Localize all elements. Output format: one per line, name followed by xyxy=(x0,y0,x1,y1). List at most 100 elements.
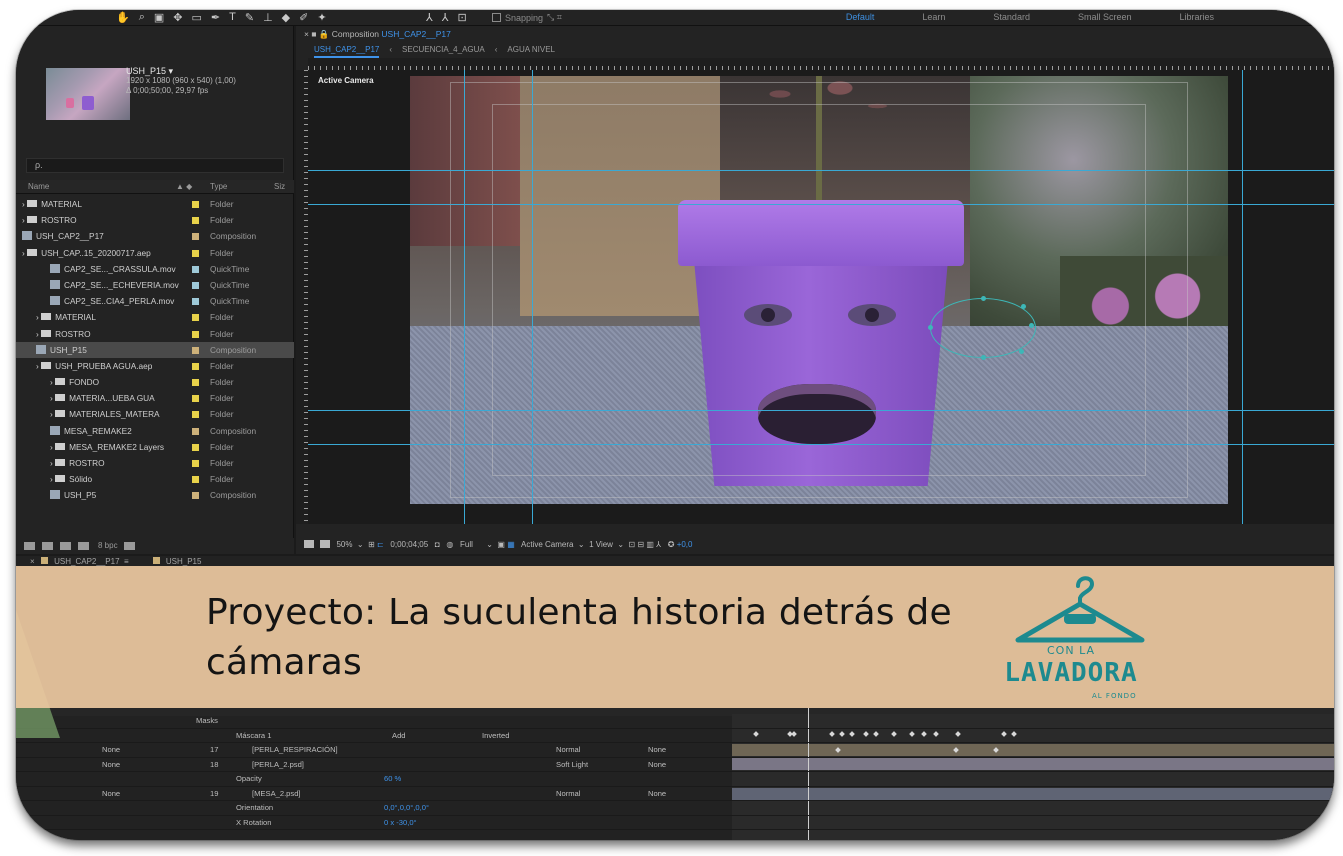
close-icon[interactable]: × ■ 🔒 xyxy=(304,29,332,39)
mask-mode-select[interactable]: Add xyxy=(392,729,406,743)
label-color-swatch[interactable] xyxy=(192,281,199,289)
timeline-row[interactable]: None 19 [MESA_2.psd] Normal None xyxy=(16,787,1334,801)
property-value[interactable]: 0,0°,0,0°,0,0° xyxy=(384,801,429,815)
project-item[interactable]: › MATERIAL Folder xyxy=(16,196,294,212)
interpret-footage-icon[interactable] xyxy=(24,542,35,550)
blend-mode-select[interactable]: Soft Light xyxy=(556,758,588,772)
project-item[interactable]: CAP2_SE..._CRASSULA.mov QuickTime xyxy=(16,261,294,277)
zoom-select[interactable]: 50% xyxy=(336,540,352,549)
label-color-swatch[interactable] xyxy=(192,362,199,370)
clone-stamp-tool-icon[interactable]: ⊥ xyxy=(263,11,273,24)
snapping-options-icon[interactable]: ⤡ ⌗ xyxy=(547,12,562,23)
rectangle-tool-icon[interactable]: ▭ xyxy=(192,11,202,24)
parent-select[interactable]: None xyxy=(102,743,120,757)
project-item[interactable]: › ROSTRO Folder xyxy=(16,326,294,342)
property-name[interactable]: Opacity xyxy=(236,772,262,786)
bit-depth-button[interactable]: 8 bpc xyxy=(98,541,118,550)
zoom-tool-icon[interactable]: ⌕ xyxy=(139,11,145,24)
property-name[interactable]: X Rotation xyxy=(236,816,271,830)
timeline-row[interactable]: None 17 [PERLA_RESPIRACIÓN] Normal None xyxy=(16,743,1334,758)
exposure-value[interactable]: +0,0 xyxy=(677,540,693,549)
layer-name[interactable]: [MESA_2.psd] xyxy=(252,787,301,801)
project-search-input[interactable]: ρ. xyxy=(26,158,284,173)
property-name[interactable]: Orientation xyxy=(236,801,273,815)
new-folder-icon[interactable] xyxy=(42,542,53,550)
label-color-swatch[interactable] xyxy=(192,233,199,241)
label-color-swatch[interactable] xyxy=(192,460,199,467)
label-color-swatch[interactable] xyxy=(192,330,199,338)
property-value[interactable]: 60 % xyxy=(384,772,401,786)
project-item[interactable]: CAP2_SE..CIA4_PERLA.mov QuickTime xyxy=(16,293,294,309)
timeline-row[interactable]: Orientation 0,0°,0,0°,0,0° xyxy=(16,801,1334,816)
world-axis-icon[interactable]: ⅄ xyxy=(442,11,449,24)
label-color-swatch[interactable] xyxy=(192,249,199,257)
label-color-swatch[interactable] xyxy=(192,201,199,208)
project-item[interactable]: USH_P15 Composition xyxy=(16,341,294,358)
guide-line[interactable] xyxy=(1242,70,1243,524)
blend-mode-select[interactable]: Normal xyxy=(556,743,580,757)
column-size[interactable]: Siz xyxy=(274,182,285,191)
label-color-swatch[interactable] xyxy=(192,298,199,306)
layer-number[interactable]: 19 xyxy=(210,787,218,801)
project-item-name[interactable]: USH_P15 ▾ xyxy=(126,66,236,76)
blend-mode-select[interactable]: Normal xyxy=(556,787,580,801)
pen-tool-icon[interactable]: ✒ xyxy=(211,11,220,24)
project-item[interactable]: › FONDO Folder xyxy=(16,374,294,390)
snapping-checkbox[interactable] xyxy=(492,13,501,22)
transparency-grid-icon[interactable]: ▦ xyxy=(507,540,515,549)
guide-line[interactable] xyxy=(532,70,533,524)
camera-tool-icon[interactable]: ▣ xyxy=(154,11,164,24)
project-settings-icon[interactable] xyxy=(78,542,89,550)
new-composition-icon[interactable] xyxy=(60,542,71,550)
workspace-standard[interactable]: Standard xyxy=(993,12,1030,22)
label-color-swatch[interactable] xyxy=(192,427,199,435)
roto-brush-tool-icon[interactable]: ✐ xyxy=(299,11,308,24)
hand-tool-icon[interactable]: ✋ xyxy=(116,11,130,24)
layer-name[interactable]: [PERLA_RESPIRACIÓN] xyxy=(252,743,338,757)
project-item[interactable]: MESA_REMAKE2 Composition xyxy=(16,423,294,439)
project-item[interactable]: USH_P5 Composition xyxy=(16,487,294,503)
snapshot-camera-icon[interactable]: ◘ xyxy=(435,540,440,549)
pan-behind-tool-icon[interactable]: ✥ xyxy=(173,11,182,24)
label-color-swatch[interactable] xyxy=(192,395,199,403)
property-value[interactable]: 0 x -30,0° xyxy=(384,816,417,830)
parent-select[interactable]: None xyxy=(102,787,120,801)
project-item[interactable]: › MATERIA...UEBA GUA Folder xyxy=(16,390,294,406)
layer-number[interactable]: 17 xyxy=(210,743,218,757)
current-time-display[interactable]: 0;00;04;05 xyxy=(390,540,428,549)
guide-line[interactable] xyxy=(308,170,1334,171)
composition-viewer[interactable]: Active Camera xyxy=(308,70,1334,524)
view-axis-icon[interactable]: ⊡ xyxy=(457,11,466,24)
project-item[interactable]: › MATERIAL Folder xyxy=(16,309,294,325)
camera-view-select[interactable]: Active Camera xyxy=(521,540,573,549)
sort-arrow-icon[interactable]: ▲ ◆ xyxy=(176,182,192,191)
grid-icon[interactable]: ⊞ xyxy=(368,540,375,549)
layer-name[interactable]: [PERLA_2.psd] xyxy=(252,758,304,772)
project-item[interactable]: CAP2_SE..._ECHEVERIA.mov QuickTime xyxy=(16,277,294,293)
label-color-swatch[interactable] xyxy=(192,476,199,484)
track-matte-select[interactable]: None xyxy=(648,787,666,801)
project-item[interactable]: › USH_PRUEBA AGUA.aep Folder xyxy=(16,358,294,374)
always-preview-icon[interactable] xyxy=(304,540,314,548)
timeline-tab-ush-p15[interactable]: USH_P15 xyxy=(166,557,202,566)
property-name[interactable]: Máscara 1 xyxy=(236,729,271,743)
label-color-swatch[interactable] xyxy=(192,346,199,354)
brush-tool-icon[interactable]: ✎ xyxy=(245,11,254,24)
label-color-swatch[interactable] xyxy=(192,217,199,225)
workspace-libraries[interactable]: Libraries xyxy=(1179,12,1214,22)
comp-tab-agua-nivel[interactable]: AGUA NIVEL xyxy=(507,42,555,58)
snapping-toggle[interactable]: Snapping ⤡ ⌗ xyxy=(492,12,562,23)
pixel-aspect-icon[interactable]: ⊡ ⊟ ▥ ⅄ xyxy=(629,540,662,549)
project-item[interactable]: › MATERIALES_MATERA Folder xyxy=(16,406,294,422)
label-color-swatch[interactable] xyxy=(192,492,199,500)
project-item[interactable]: › MESA_REMAKE2 Layers Folder xyxy=(16,439,294,455)
comp-tab-current[interactable]: USH_CAP2__P17 xyxy=(314,42,380,58)
puppet-pin-tool-icon[interactable]: ✦ xyxy=(317,11,326,24)
column-name[interactable]: Name xyxy=(28,182,49,191)
project-item[interactable]: USH_CAP2__P17 Composition xyxy=(16,228,294,244)
timeline-row[interactable]: None 18 [PERLA_2.psd] Soft Light None xyxy=(16,758,1334,772)
track-matte-select[interactable]: None xyxy=(648,743,666,757)
eraser-tool-icon[interactable]: ◆ xyxy=(282,11,290,24)
guide-line[interactable] xyxy=(308,410,1334,411)
label-color-swatch[interactable] xyxy=(192,265,199,273)
